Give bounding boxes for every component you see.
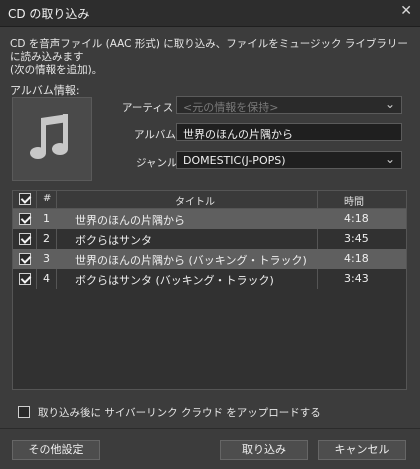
album-art	[12, 97, 92, 181]
track-checkbox[interactable]	[19, 213, 31, 225]
track-number: 1	[43, 212, 50, 225]
chevron-down-icon[interactable]: ⌄	[385, 97, 395, 111]
table-row[interactable]: 3 世界のほんの片隅から (バッキング・トラック) 4:18	[13, 249, 406, 269]
table-header: # タイトル 時間	[13, 191, 406, 209]
track-title: 世界のほんの片隅から	[75, 214, 185, 227]
header-number: #	[43, 193, 52, 204]
intro-line-1: CD を音声ファイル (AAC 形式) に取り込み、ファイルをミュージック ライ…	[10, 38, 408, 63]
title-bar: CD の取り込み ✕	[0, 0, 420, 27]
track-checkbox[interactable]	[19, 273, 31, 285]
album-value: 世界のほんの片隅から	[183, 128, 293, 141]
music-note-icon	[30, 114, 68, 159]
other-settings-button[interactable]: その他設定	[12, 440, 100, 460]
track-title: 世界のほんの片隅から (バッキング・トラック)	[75, 254, 307, 267]
track-time: 3:43	[344, 272, 369, 285]
table-row[interactable]: 4 ボクらはサンタ (バッキング・トラック) 3:43	[13, 269, 406, 289]
intro-text: CD を音声ファイル (AAC 形式) に取り込み、ファイルをミュージック ライ…	[10, 38, 410, 77]
track-checkbox[interactable]	[19, 233, 31, 245]
track-title: ボクらはサンタ	[75, 234, 152, 247]
track-time: 4:18	[344, 212, 369, 225]
track-table: # タイトル 時間 1 世界のほんの片隅から 4:18 2 ボクらはサンタ 3:…	[12, 190, 407, 390]
track-number: 3	[43, 252, 50, 265]
track-title: ボクらはサンタ (バッキング・トラック)	[75, 274, 274, 287]
genre-dropdown[interactable]: DOMESTIC(J-POPS) ⌄	[176, 151, 402, 169]
track-time: 4:18	[344, 252, 369, 265]
track-checkbox[interactable]	[19, 253, 31, 265]
album-info-header: アルバム情報:	[10, 84, 80, 97]
cancel-button[interactable]: キャンセル	[318, 440, 406, 460]
intro-line-2: (次の情報を追加)。	[10, 64, 103, 76]
track-number: 2	[43, 232, 50, 245]
artist-placeholder: <元の情報を保持>	[183, 101, 279, 114]
upload-checkbox[interactable]	[18, 406, 30, 418]
table-row[interactable]: 1 世界のほんの片隅から 4:18	[13, 209, 406, 229]
album-input[interactable]: 世界のほんの片隅から	[176, 123, 402, 141]
table-row[interactable]: 2 ボクらはサンタ 3:45	[13, 229, 406, 249]
album-label: アルバム:	[134, 129, 180, 141]
window-title: CD の取り込み	[8, 7, 90, 21]
artist-dropdown[interactable]: <元の情報を保持> ⌄	[176, 96, 402, 114]
track-number: 4	[43, 272, 50, 285]
genre-label: ジャンル:	[136, 157, 182, 169]
select-all-checkbox[interactable]	[19, 193, 31, 205]
header-title: タイトル	[175, 197, 215, 208]
upload-label: 取り込み後に サイバーリンク クラウド をアップロードする	[38, 407, 321, 419]
footer-divider	[0, 428, 420, 429]
import-button[interactable]: 取り込み	[220, 440, 308, 460]
header-time: 時間	[344, 197, 364, 208]
genre-value: DOMESTIC(J-POPS)	[183, 154, 286, 167]
close-icon[interactable]: ✕	[400, 3, 412, 19]
track-time: 3:45	[344, 232, 369, 245]
chevron-down-icon[interactable]: ⌄	[385, 152, 395, 166]
